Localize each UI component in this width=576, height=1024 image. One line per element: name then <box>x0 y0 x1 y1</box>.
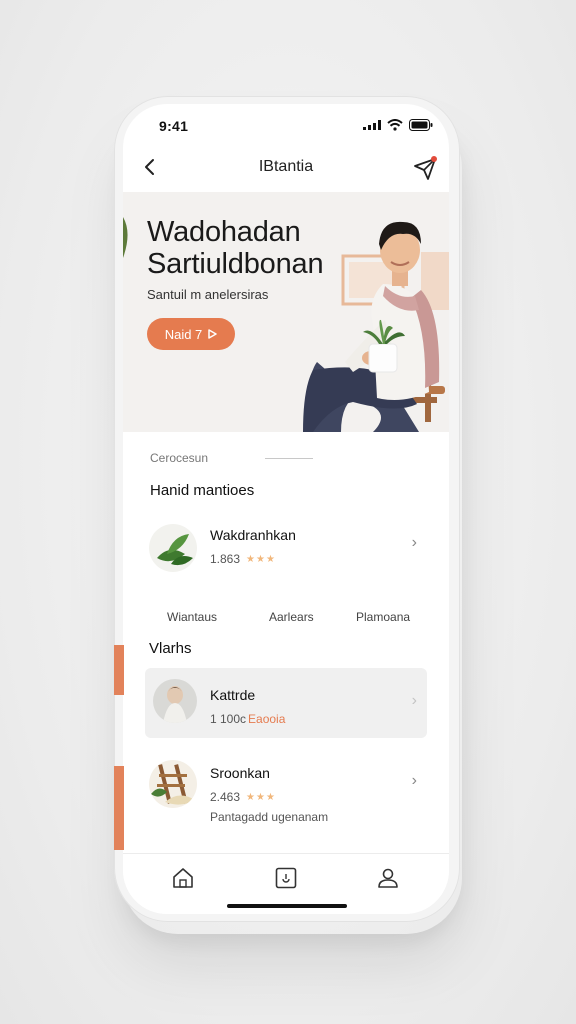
section-divider <box>265 458 313 459</box>
item-2-meta: 2.463 ★★★ <box>210 790 276 804</box>
footer-note: Pantagadd ugenanam <box>210 810 329 824</box>
lists-heading: Vlarhs <box>149 640 192 657</box>
item-2-count: 2.463 <box>210 790 241 804</box>
featured-stars: ★★★ <box>246 553 276 565</box>
nav-title: IBtantia <box>258 158 314 175</box>
send-icon[interactable] <box>411 154 439 182</box>
tab-2[interactable]: Aarlears <box>269 610 314 624</box>
item-2-thumbnail <box>149 760 197 808</box>
status-time: 9:41 <box>159 118 189 134</box>
hero-cta-label: Naid 7 <box>164 326 203 342</box>
profile-icon[interactable] <box>376 866 400 890</box>
accent-bar-top <box>114 645 124 695</box>
item-2-stars: ★★★ <box>246 791 276 803</box>
featured-count: 1.863 <box>210 552 241 566</box>
tab-1[interactable]: Wiantaus <box>167 610 217 624</box>
featured-row[interactable]: Wakdranhkan 1.863 ★★★ › <box>123 520 449 580</box>
battery-icon <box>409 119 433 131</box>
leaf-decor-icon <box>123 217 128 258</box>
chevron-right-icon: › <box>411 692 417 709</box>
item-2-title: Sroonkan <box>210 765 270 781</box>
status-bar: 9:41 <box>123 104 449 148</box>
category-tabs: Wiantaus Aarlears Plamoana <box>123 610 449 630</box>
nav-bar: IBtantia <box>123 148 449 190</box>
section-heading: Hanid mantioes <box>150 482 255 499</box>
box-icon[interactable] <box>274 866 298 890</box>
home-icon[interactable] <box>171 866 195 890</box>
wifi-icon <box>387 119 403 131</box>
item-1-title: Kattrde <box>210 687 256 703</box>
hero-banner: Wadohadan Sartiuldbonan Santuil m aneler… <box>123 192 449 432</box>
background: 9:41 IBtantia Wadohadan Sartiuldbonan Sa… <box>0 0 576 1024</box>
status-icons <box>363 119 433 131</box>
section-caption: Cerocesun <box>150 451 209 465</box>
item-1-count: 1 100c <box>210 712 247 726</box>
plant-leaf-icon <box>149 524 197 572</box>
item-1-meta: 1 100c Eaooia <box>210 712 285 726</box>
item-1-thumbnail <box>153 679 197 723</box>
featured-meta: 1.863 ★★★ <box>210 552 276 566</box>
app-screen: 9:41 IBtantia Wadohadan Sartiuldbonan Sa… <box>123 104 449 914</box>
hero-person-illustration <box>303 221 449 432</box>
signal-icon <box>363 120 381 130</box>
featured-title: Wakdranhkan <box>210 527 296 543</box>
item-1-tag: Eaooia <box>248 712 286 726</box>
home-indicator[interactable] <box>227 904 347 908</box>
chevron-right-icon: › <box>411 534 417 551</box>
list-item-1[interactable]: Kattrde 1 100c Eaooia › <box>123 668 449 738</box>
chevron-right-icon: › <box>411 772 417 789</box>
accent-bar-bottom <box>114 766 124 850</box>
tab-3[interactable]: Plamoana <box>356 610 410 624</box>
